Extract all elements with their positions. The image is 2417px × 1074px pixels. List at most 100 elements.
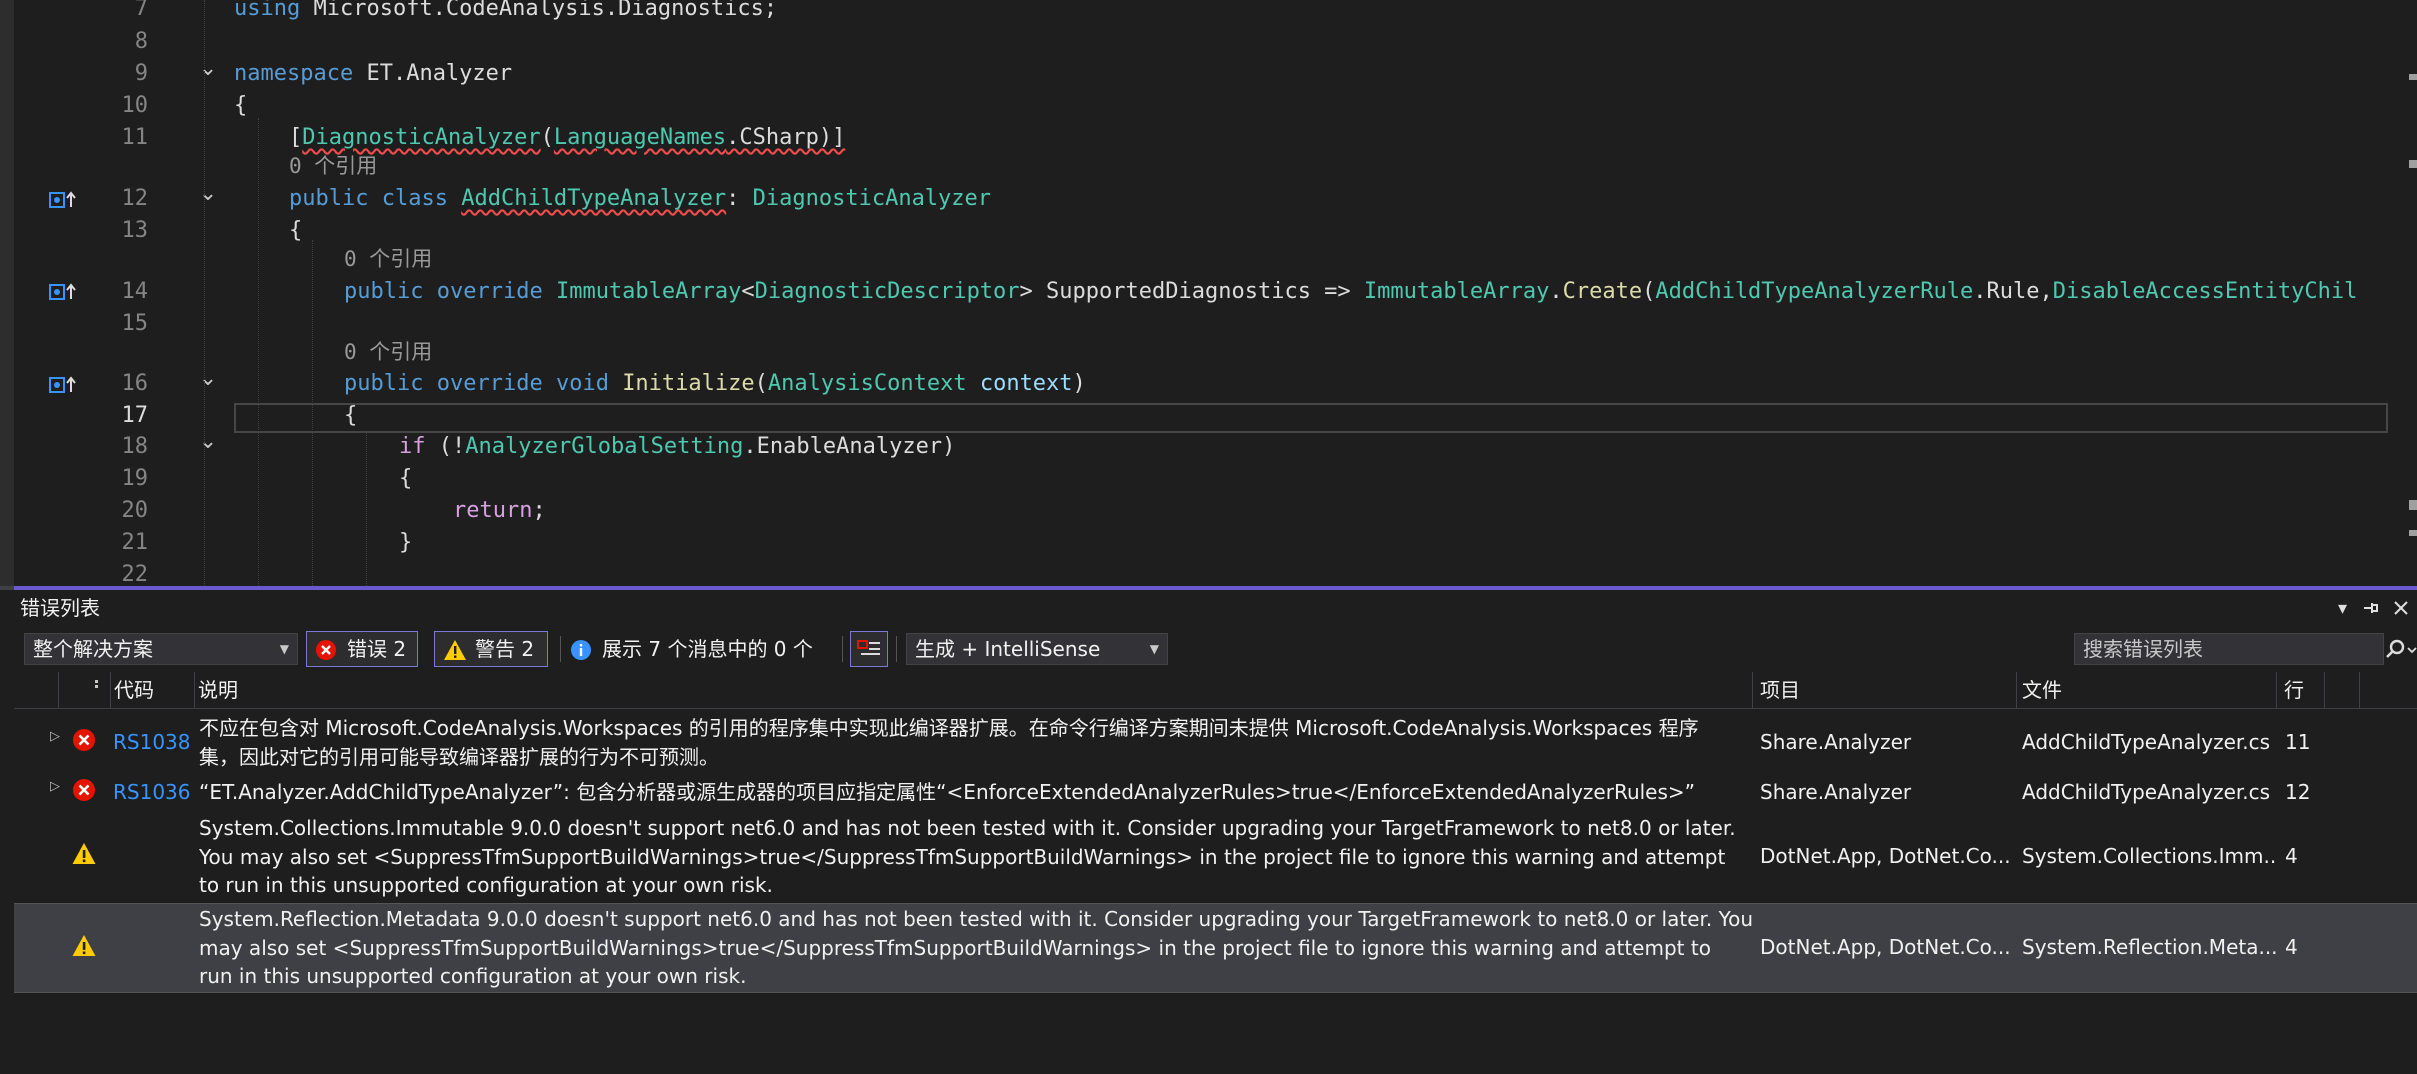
code-line[interactable]: 14 public override ImmutableArray<Diagnos… (0, 276, 2417, 308)
code-editor[interactable]: 7 using Microsoft.CodeAnalysis.Diagnostic… (0, 0, 2417, 586)
code-token: Microsoft.CodeAnalysis.Diagnostics; (300, 0, 778, 21)
scrollbar-mark (2409, 160, 2417, 168)
column-header-description[interactable]: 说明 (198, 672, 238, 708)
code-token: ; (532, 498, 546, 523)
column-header-file[interactable]: 文件 (2022, 672, 2062, 708)
code-token: AnalyzerGlobalSetting (465, 434, 744, 459)
code-token: override (436, 371, 543, 396)
warning-icon (72, 935, 96, 956)
code-line[interactable]: 12 ⌄ public class AddChildTypeAnalyzer: Di… (0, 183, 2417, 215)
code-text: { (234, 90, 247, 122)
errors-filter-button[interactable]: 错误 2 (306, 631, 418, 667)
error-list-row[interactable]: System.Collections.Immutable 9.0.0 doesn… (14, 812, 2417, 900)
override-marker-icon[interactable] (48, 375, 78, 395)
pin-icon[interactable] (2361, 599, 2379, 617)
warning-icon (444, 640, 466, 660)
code-token-diagnostic: DiagnosticAnalyzer (302, 125, 541, 150)
line-number: 13 (121, 218, 149, 243)
code-text: { (289, 215, 302, 247)
error-list-header: 代码 说明 项目 文件 行 (14, 672, 2417, 709)
error-icon (73, 779, 95, 801)
line-number: 11 (121, 125, 149, 150)
code-text: } (399, 527, 412, 559)
codelens-references[interactable]: 0 个引用 (344, 338, 432, 366)
error-list-row[interactable]: ▷ RS1038 不应在包含对 Microsoft.CodeAnalysis.W… (14, 712, 2417, 772)
scope-select-value: 整个解决方案 (33, 637, 153, 661)
column-header-project[interactable]: 项目 (1760, 672, 1800, 708)
scrollbar-mark (2409, 530, 2417, 536)
code-line[interactable]: 19 { (0, 463, 2417, 495)
error-list-row[interactable]: ▷ RS1036 “ET.Analyzer.AddChildTypeAnalyz… (14, 772, 2417, 812)
code-text: if (!AnalyzerGlobalSetting.EnableAnalyze… (399, 431, 955, 463)
scope-select[interactable]: 整个解决方案 ▼ (24, 633, 298, 665)
code-token: public (344, 279, 424, 304)
code-line[interactable]: 9 ⌄ namespace ET.Analyzer (0, 58, 2417, 90)
search-error-list-input[interactable]: 搜索错误列表 (2074, 633, 2384, 665)
code-token: } (399, 530, 413, 555)
code-token: : (726, 186, 753, 211)
column-separator (2276, 672, 2277, 708)
messages-filter-button[interactable]: 展示 7 个消息中的 0 个 (570, 631, 813, 667)
error-code-link[interactable]: RS1036 (113, 778, 191, 807)
code-line[interactable]: 20 return; (0, 495, 2417, 527)
close-icon[interactable] (2393, 600, 2409, 616)
column-header-code[interactable]: 代码 (114, 672, 154, 708)
code-token-diagnostic: .CSharp)] (726, 125, 846, 150)
indent-guide (366, 432, 367, 586)
override-marker-icon[interactable] (48, 190, 78, 210)
code-line[interactable]: 13 { (0, 215, 2417, 247)
window-menu-dropdown-icon[interactable]: ▾ (2338, 598, 2347, 619)
expand-row-icon[interactable]: ▷ (50, 729, 60, 744)
column-header-line[interactable]: 行 (2284, 672, 2304, 708)
code-line[interactable]: 15 (0, 308, 2417, 340)
code-line[interactable]: 22 (0, 559, 2417, 586)
code-token: ET.Analyzer (353, 61, 513, 86)
fold-chevron-icon[interactable]: ⌄ (198, 183, 218, 215)
build-source-value: 生成 + IntelliSense (915, 637, 1101, 661)
code-line[interactable]: 10 { (0, 90, 2417, 122)
description-line: System.Collections.Immutable 9.0.0 doesn… (199, 816, 1736, 840)
code-token: public (344, 371, 424, 396)
fold-chevron-icon[interactable]: ⌄ (198, 368, 218, 400)
error-code-link[interactable]: RS1038 (113, 728, 191, 757)
error-list-row-selected[interactable]: System.Reflection.Metadata 9.0.0 doesn't… (14, 903, 2417, 993)
codelens-references[interactable]: 0 个引用 (289, 152, 377, 180)
code-line[interactable]: 16 ⌄ public override void Initialize(Analy… (0, 368, 2417, 400)
code-token: Create (1562, 279, 1643, 304)
scrollbar-mark (2409, 500, 2417, 510)
code-token: (! (425, 434, 466, 459)
code-line[interactable]: 8 (0, 26, 2417, 58)
error-list-panel: 错误列表 ▾ 整个解决方案 ▼ 错误 2 警告 2 展示 7 个消息中的 0 个 (14, 590, 2417, 1074)
error-list-toolbar: 整个解决方案 ▼ 错误 2 警告 2 展示 7 个消息中的 0 个 生成 + I… (14, 626, 2417, 672)
code-text: [DiagnosticAnalyzer(LanguageNames.CSharp… (289, 122, 845, 154)
description-line: run in this unsupported configuration at… (199, 964, 747, 988)
code-line[interactable]: 21} (0, 527, 2417, 559)
expand-row-icon[interactable]: ▷ (50, 779, 60, 794)
warnings-filter-label: 警告 2 (475, 637, 535, 661)
sort-indicator-icon[interactable] (88, 680, 100, 692)
description-line: may also set <SuppressTfmSupportBuildWar… (199, 935, 1711, 960)
filter-toggle-button[interactable] (850, 631, 888, 667)
line-number: 7 (134, 0, 148, 21)
code-text: public override ImmutableArray<Diagnosti… (344, 276, 2357, 308)
line-number: 8 (134, 29, 148, 54)
line-number: 19 (121, 466, 149, 491)
search-icon[interactable] (2384, 638, 2417, 662)
code-line[interactable]: 7 using Microsoft.CodeAnalysis.Diagnostic… (0, 0, 2417, 25)
code-line[interactable]: 18 ⌄ if (!AnalyzerGlobalSetting.EnableAnal… (0, 431, 2417, 463)
error-icon (73, 729, 95, 751)
fold-chevron-icon[interactable]: ⌄ (198, 58, 218, 90)
build-source-select[interactable]: 生成 + IntelliSense ▼ (906, 633, 1168, 665)
error-description: 不应在包含对 Microsoft.CodeAnalysis.Workspaces… (199, 714, 1759, 771)
fold-chevron-icon[interactable]: ⌄ (198, 431, 218, 463)
override-marker-icon[interactable] (48, 282, 78, 302)
warnings-filter-button[interactable]: 警告 2 (434, 631, 548, 667)
codelens-references[interactable]: 0 个引用 (344, 245, 432, 273)
code-text: { (399, 463, 412, 495)
code-line[interactable]: 11 [DiagnosticAnalyzer(LanguageNames.CSha… (0, 122, 2417, 154)
